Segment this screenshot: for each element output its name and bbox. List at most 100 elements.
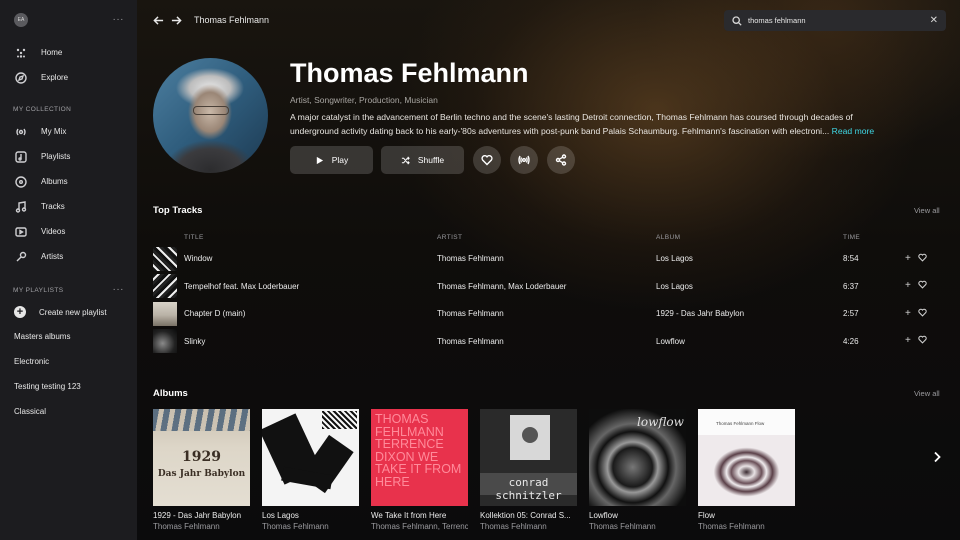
read-more-link[interactable]: Read more bbox=[832, 126, 875, 136]
track-thumbnail bbox=[153, 329, 177, 354]
playlists-section-label: MY PLAYLISTS ··· bbox=[13, 284, 125, 295]
plus-icon: + bbox=[14, 306, 26, 318]
create-playlist-button[interactable]: + Create new playlist bbox=[0, 300, 137, 324]
microphone-icon bbox=[14, 250, 28, 264]
add-icon[interactable]: + bbox=[905, 308, 911, 320]
album-card[interactable]: Thomas Fehlmann Flow Flow Thomas Fehlman… bbox=[698, 409, 795, 531]
album-artist[interactable]: Thomas Fehlmann, Terrence... bbox=[371, 522, 468, 531]
avatar[interactable]: EA bbox=[14, 13, 28, 27]
table-row[interactable]: Tempelhof feat. Max Loderbauer Thomas Fe… bbox=[153, 273, 945, 301]
album-artist[interactable]: Thomas Fehlmann bbox=[480, 522, 577, 531]
track-time: 2:57 bbox=[843, 309, 859, 319]
top-tracks-title: Top Tracks bbox=[153, 205, 203, 216]
sidebar-item-label: Home bbox=[41, 48, 63, 57]
table-row[interactable]: Chapter D (main) Thomas Fehlmann 1929 - … bbox=[153, 300, 945, 328]
more-options-icon[interactable]: ··· bbox=[113, 15, 125, 25]
heart-icon[interactable] bbox=[918, 335, 927, 347]
favorite-button[interactable] bbox=[473, 146, 501, 174]
sidebar-item-playlists[interactable]: Playlists bbox=[0, 144, 137, 169]
track-thumbnail bbox=[153, 301, 177, 326]
albums-next-button[interactable] bbox=[931, 450, 947, 466]
album-card[interactable]: 1929 Das Jahr Babylon 1929 - Das Jahr Ba… bbox=[153, 409, 250, 531]
album-artist[interactable]: Thomas Fehlmann bbox=[698, 522, 795, 531]
back-button[interactable] bbox=[150, 12, 166, 28]
clear-search-icon[interactable]: ✕ bbox=[930, 15, 938, 26]
table-row[interactable]: Slinky Thomas Fehlmann Lowflow 4:26 + bbox=[153, 328, 945, 356]
heart-icon[interactable] bbox=[918, 308, 927, 320]
cover-text: lowflow bbox=[637, 415, 684, 429]
top-tracks-view-all[interactable]: View all bbox=[914, 206, 940, 215]
search-input[interactable] bbox=[748, 16, 930, 25]
add-icon[interactable]: + bbox=[905, 335, 911, 347]
share-icon bbox=[555, 154, 567, 166]
cover-year: 1929 bbox=[182, 449, 221, 465]
top-tracks-table: TITLE ARTIST ALBUM TIME Window Thomas Fe… bbox=[153, 229, 945, 355]
album-card[interactable]: lowflow Lowflow Thomas Fehlmann bbox=[589, 409, 686, 531]
sidebar-item-videos[interactable]: Videos bbox=[0, 219, 137, 244]
album-artist[interactable]: Thomas Fehlmann bbox=[262, 522, 359, 531]
track-artist[interactable]: Thomas Fehlmann bbox=[437, 337, 656, 346]
forward-button[interactable] bbox=[168, 12, 184, 28]
sidebar-item-my-mix[interactable]: My Mix bbox=[0, 119, 137, 144]
album-card[interactable]: conrad schnitzler Kollektion 05: Conrad … bbox=[480, 409, 577, 531]
track-time: 8:54 bbox=[843, 254, 859, 264]
sidebar-item-artists[interactable]: Artists bbox=[0, 244, 137, 269]
play-button[interactable]: Play bbox=[290, 146, 373, 174]
cover-text: conrad schnitzler bbox=[495, 476, 562, 502]
share-button[interactable] bbox=[547, 146, 575, 174]
shuffle-icon bbox=[401, 156, 410, 164]
add-icon[interactable]: + bbox=[905, 280, 911, 292]
sidebar-item-label: Artists bbox=[41, 252, 64, 261]
album-artist[interactable]: Thomas Fehlmann bbox=[153, 522, 250, 531]
music-note-icon bbox=[14, 200, 28, 214]
playlists-more-icon[interactable]: ··· bbox=[113, 285, 125, 295]
mix-icon bbox=[14, 125, 28, 139]
track-album[interactable]: Los Lagos bbox=[656, 282, 843, 291]
album-card[interactable]: Los Lagos Thomas Fehlmann bbox=[262, 409, 359, 531]
album-cover: Thomas Fehlmann Flow bbox=[698, 409, 795, 506]
sidebar: EA ··· Home Explore MY COLLECTION My Mix… bbox=[0, 0, 137, 540]
track-album[interactable]: Los Lagos bbox=[656, 254, 843, 263]
albums-row: 1929 Das Jahr Babylon 1929 - Das Jahr Ba… bbox=[153, 409, 795, 531]
sidebar-item-label: Explore bbox=[41, 73, 69, 82]
shuffle-button[interactable]: Shuffle bbox=[381, 146, 464, 174]
sidebar-item-label: Tracks bbox=[41, 202, 65, 211]
table-row[interactable]: Window Thomas Fehlmann Los Lagos 8:54 + bbox=[153, 245, 945, 273]
album-card[interactable]: THOMAS FEHLMANN TERRENCE DIXON WE TAKE I… bbox=[371, 409, 468, 531]
search-bar[interactable]: ✕ bbox=[724, 10, 946, 31]
artist-radio-button[interactable] bbox=[510, 146, 538, 174]
playlist-item[interactable]: Testing testing 123 bbox=[0, 374, 137, 399]
track-title: Chapter D (main) bbox=[184, 309, 246, 319]
add-icon[interactable]: + bbox=[905, 253, 911, 265]
track-artist[interactable]: Thomas Fehlmann, Max Loderbauer bbox=[437, 282, 656, 291]
sidebar-item-albums[interactable]: Albums bbox=[0, 169, 137, 194]
playlist-icon bbox=[14, 150, 28, 164]
track-artist[interactable]: Thomas Fehlmann bbox=[437, 254, 656, 263]
album-title: 1929 - Das Jahr Babylon bbox=[153, 511, 242, 520]
col-title: TITLE bbox=[184, 233, 204, 241]
track-title: Window bbox=[184, 254, 213, 264]
playlist-item[interactable]: Classical bbox=[0, 399, 137, 424]
bio-line: A major catalyst in the advancement of B… bbox=[290, 112, 853, 122]
albums-view-all[interactable]: View all bbox=[914, 389, 940, 398]
sidebar-item-tracks[interactable]: Tracks bbox=[0, 194, 137, 219]
heart-icon bbox=[481, 154, 493, 166]
breadcrumb: Thomas Fehlmann bbox=[194, 15, 270, 25]
album-artist[interactable]: Thomas Fehlmann bbox=[589, 522, 686, 531]
heart-icon[interactable] bbox=[918, 253, 927, 265]
album-title: We Take It from Here bbox=[371, 511, 447, 520]
playlist-item[interactable]: Masters albums bbox=[0, 324, 137, 349]
playlist-item[interactable]: Electronic bbox=[0, 349, 137, 374]
arrow-left-icon bbox=[152, 15, 163, 25]
sidebar-item-explore[interactable]: Explore bbox=[0, 65, 137, 90]
table-header: TITLE ARTIST ALBUM TIME bbox=[153, 229, 945, 245]
albums-title: Albums bbox=[153, 388, 188, 399]
track-artist[interactable]: Thomas Fehlmann bbox=[437, 309, 656, 318]
track-album[interactable]: Lowflow bbox=[656, 337, 843, 346]
col-album: ALBUM bbox=[656, 233, 681, 241]
track-album[interactable]: 1929 - Das Jahr Babylon bbox=[656, 309, 843, 318]
album-cover: conrad schnitzler bbox=[480, 409, 577, 506]
sidebar-item-home[interactable]: Home bbox=[0, 40, 137, 65]
heart-icon[interactable] bbox=[918, 280, 927, 292]
sidebar-header: EA ··· bbox=[0, 0, 137, 40]
